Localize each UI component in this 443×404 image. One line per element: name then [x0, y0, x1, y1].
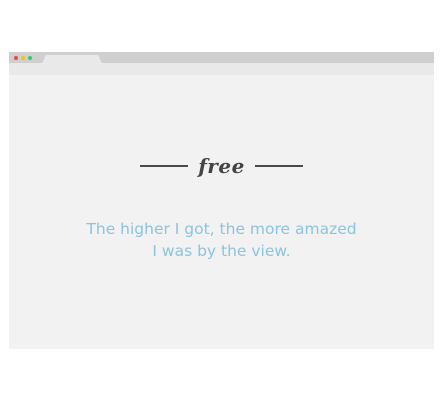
address-bar-area — [9, 63, 434, 75]
left-divider — [140, 165, 189, 167]
window-controls — [14, 56, 32, 60]
brand-logo: free — [198, 154, 245, 178]
maximize-window-icon[interactable] — [28, 56, 32, 60]
quote-line-1: The higher I got, the more amazed — [86, 220, 357, 238]
quote-line-2: I was by the view. — [152, 242, 291, 260]
brand-header: free — [9, 151, 434, 181]
page-content: free The higher I got, the more amazed I… — [9, 75, 434, 349]
browser-window: free The higher I got, the more amazed I… — [9, 52, 434, 349]
right-divider — [254, 165, 303, 167]
close-window-icon[interactable] — [14, 56, 18, 60]
hero-quote: The higher I got, the more amazed I was … — [9, 218, 434, 262]
browser-chrome — [9, 52, 434, 64]
minimize-window-icon[interactable] — [21, 56, 25, 60]
